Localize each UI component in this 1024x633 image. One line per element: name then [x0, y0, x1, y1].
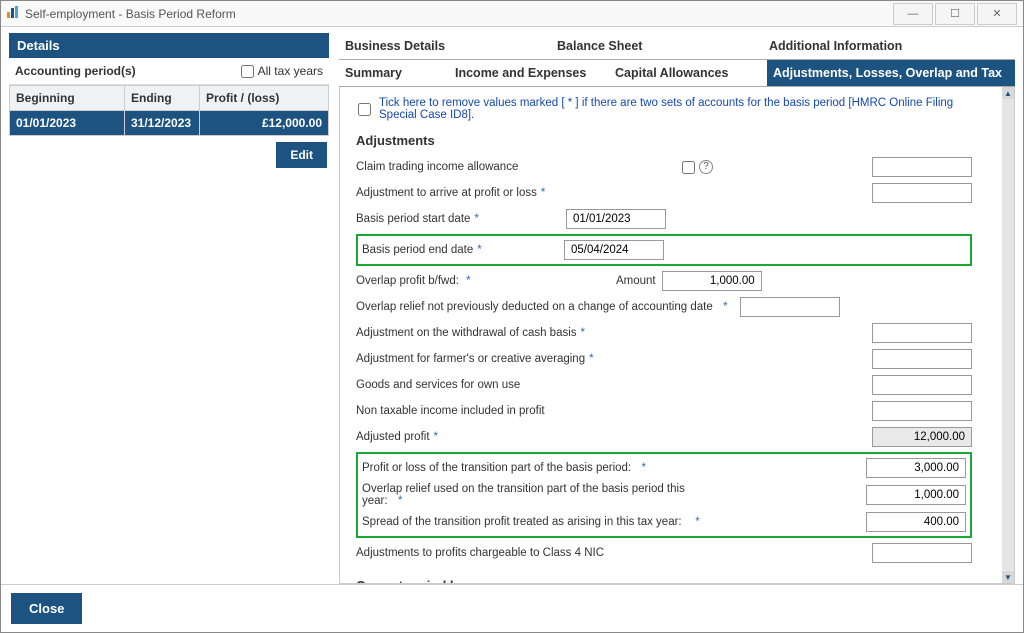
left-panel: Details Accounting period(s) All tax yea… — [9, 33, 329, 584]
claim-trading-input[interactable] — [872, 157, 972, 177]
id8-note-text: Tick here to remove values marked [ * ] … — [379, 97, 972, 121]
losses-heading: Current period losses — [356, 578, 972, 583]
window-minimize-button[interactable]: — — [893, 3, 933, 25]
period-row[interactable]: 01/01/2023 31/12/2023 £12,000.00 — [10, 111, 328, 135]
period-ending: 31/12/2023 — [125, 111, 200, 135]
bp-start-input[interactable] — [566, 209, 666, 229]
spread-transition-input[interactable] — [866, 512, 966, 532]
id8-checkbox[interactable] — [358, 103, 371, 116]
bp-end-input[interactable] — [564, 240, 664, 260]
col-header-beginning: Beginning — [10, 86, 125, 111]
adj-class4-input[interactable] — [872, 543, 972, 563]
adjusted-profit-label: Adjusted profit — [356, 431, 430, 443]
all-tax-years-label: All tax years — [258, 64, 323, 78]
edit-button[interactable]: Edit — [276, 142, 327, 168]
non-taxable-label: Non taxable income included in profit — [356, 405, 676, 417]
tab-capital-allowances[interactable]: Capital Allowances — [609, 60, 767, 86]
tabs-top: Business Details Balance Sheet Additiona… — [339, 33, 1015, 60]
overlap-transition-input[interactable] — [866, 485, 966, 505]
right-panel: Business Details Balance Sheet Additiona… — [339, 33, 1015, 584]
id8-note-row: Tick here to remove values marked [ * ] … — [356, 97, 972, 121]
window-root: Self-employment - Basis Period Reform — … — [0, 0, 1024, 633]
spread-transition-label: Spread of the transition profit treated … — [362, 516, 682, 528]
window-close-button[interactable]: ✕ — [977, 3, 1017, 25]
adj-farmers-input[interactable] — [872, 349, 972, 369]
window-maximize-button[interactable]: ☐ — [935, 3, 975, 25]
tab-additional-info[interactable]: Additional Information — [763, 33, 975, 59]
transition-highlight: Profit or loss of the transition part of… — [356, 452, 972, 538]
details-header: Details — [9, 33, 329, 58]
period-table: Beginning Ending Profit / (loss) 01/01/2… — [9, 85, 329, 136]
bp-end-label: Basis period end date — [362, 244, 473, 256]
scrollbar[interactable]: ▲ ▼ — [1002, 87, 1014, 583]
tabs-sub: Summary Income and Expenses Capital Allo… — [339, 60, 1015, 87]
scroll-up-icon[interactable]: ▲ — [1002, 87, 1014, 99]
tab-income-expenses[interactable]: Income and Expenses — [449, 60, 609, 86]
adj-class4-label: Adjustments to profits chargeable to Cla… — [356, 547, 676, 559]
tab-balance-sheet[interactable]: Balance Sheet — [551, 33, 763, 59]
adj-arrive-input[interactable] — [872, 183, 972, 203]
goods-services-label: Goods and services for own use — [356, 379, 676, 391]
tab-summary[interactable]: Summary — [339, 60, 449, 86]
overlap-bfwd-label: Overlap profit b/fwd: — [356, 275, 459, 287]
bp-end-highlight: Basis period end date* — [356, 234, 972, 266]
form-scroll-area: Tick here to remove values marked [ * ] … — [339, 87, 1015, 584]
close-button[interactable]: Close — [11, 593, 82, 624]
adj-arrive-label: Adjustment to arrive at profit or loss — [356, 187, 537, 199]
transition-pl-label: Profit or loss of the transition part of… — [362, 462, 631, 474]
transition-pl-input[interactable] — [866, 458, 966, 478]
footer: Close — [1, 584, 1023, 632]
period-profit-loss: £12,000.00 — [200, 111, 328, 135]
adj-farmers-label: Adjustment for farmer's or creative aver… — [356, 353, 585, 365]
overlap-bfwd-input[interactable] — [662, 271, 762, 291]
overlap-not-prev-label: Overlap relief not previously deducted o… — [356, 301, 713, 313]
overlap-transition-label: Overlap relief used on the transition pa… — [362, 483, 685, 507]
adj-withdrawal-input[interactable] — [872, 323, 972, 343]
overlap-not-prev-input[interactable] — [740, 297, 840, 317]
period-beginning: 01/01/2023 — [10, 111, 125, 135]
app-icon — [7, 6, 19, 21]
non-taxable-input[interactable] — [872, 401, 972, 421]
col-header-ending: Ending — [125, 86, 200, 111]
all-tax-years-checkbox[interactable] — [241, 65, 254, 78]
tab-business-details[interactable]: Business Details — [339, 33, 551, 59]
claim-trading-label: Claim trading income allowance — [356, 161, 676, 173]
accounting-periods-label: Accounting period(s) — [15, 64, 241, 78]
adjustments-heading: Adjustments — [356, 133, 972, 148]
accounting-periods-row: Accounting period(s) All tax years — [9, 58, 329, 85]
goods-services-input[interactable] — [872, 375, 972, 395]
adjusted-profit-value — [872, 427, 972, 447]
tab-adjustments[interactable]: Adjustments, Losses, Overlap and Tax — [767, 60, 1015, 86]
titlebar: Self-employment - Basis Period Reform — … — [1, 1, 1023, 27]
scroll-down-icon[interactable]: ▼ — [1002, 571, 1014, 583]
col-header-profit-loss: Profit / (loss) — [200, 86, 328, 111]
window-title: Self-employment - Basis Period Reform — [25, 7, 236, 21]
claim-trading-checkbox[interactable] — [682, 161, 695, 174]
bp-start-label: Basis period start date — [356, 213, 470, 225]
claim-trading-help-icon[interactable]: ? — [699, 160, 713, 174]
amount-label: Amount — [616, 275, 656, 287]
adj-withdrawal-label: Adjustment on the withdrawal of cash bas… — [356, 327, 577, 339]
